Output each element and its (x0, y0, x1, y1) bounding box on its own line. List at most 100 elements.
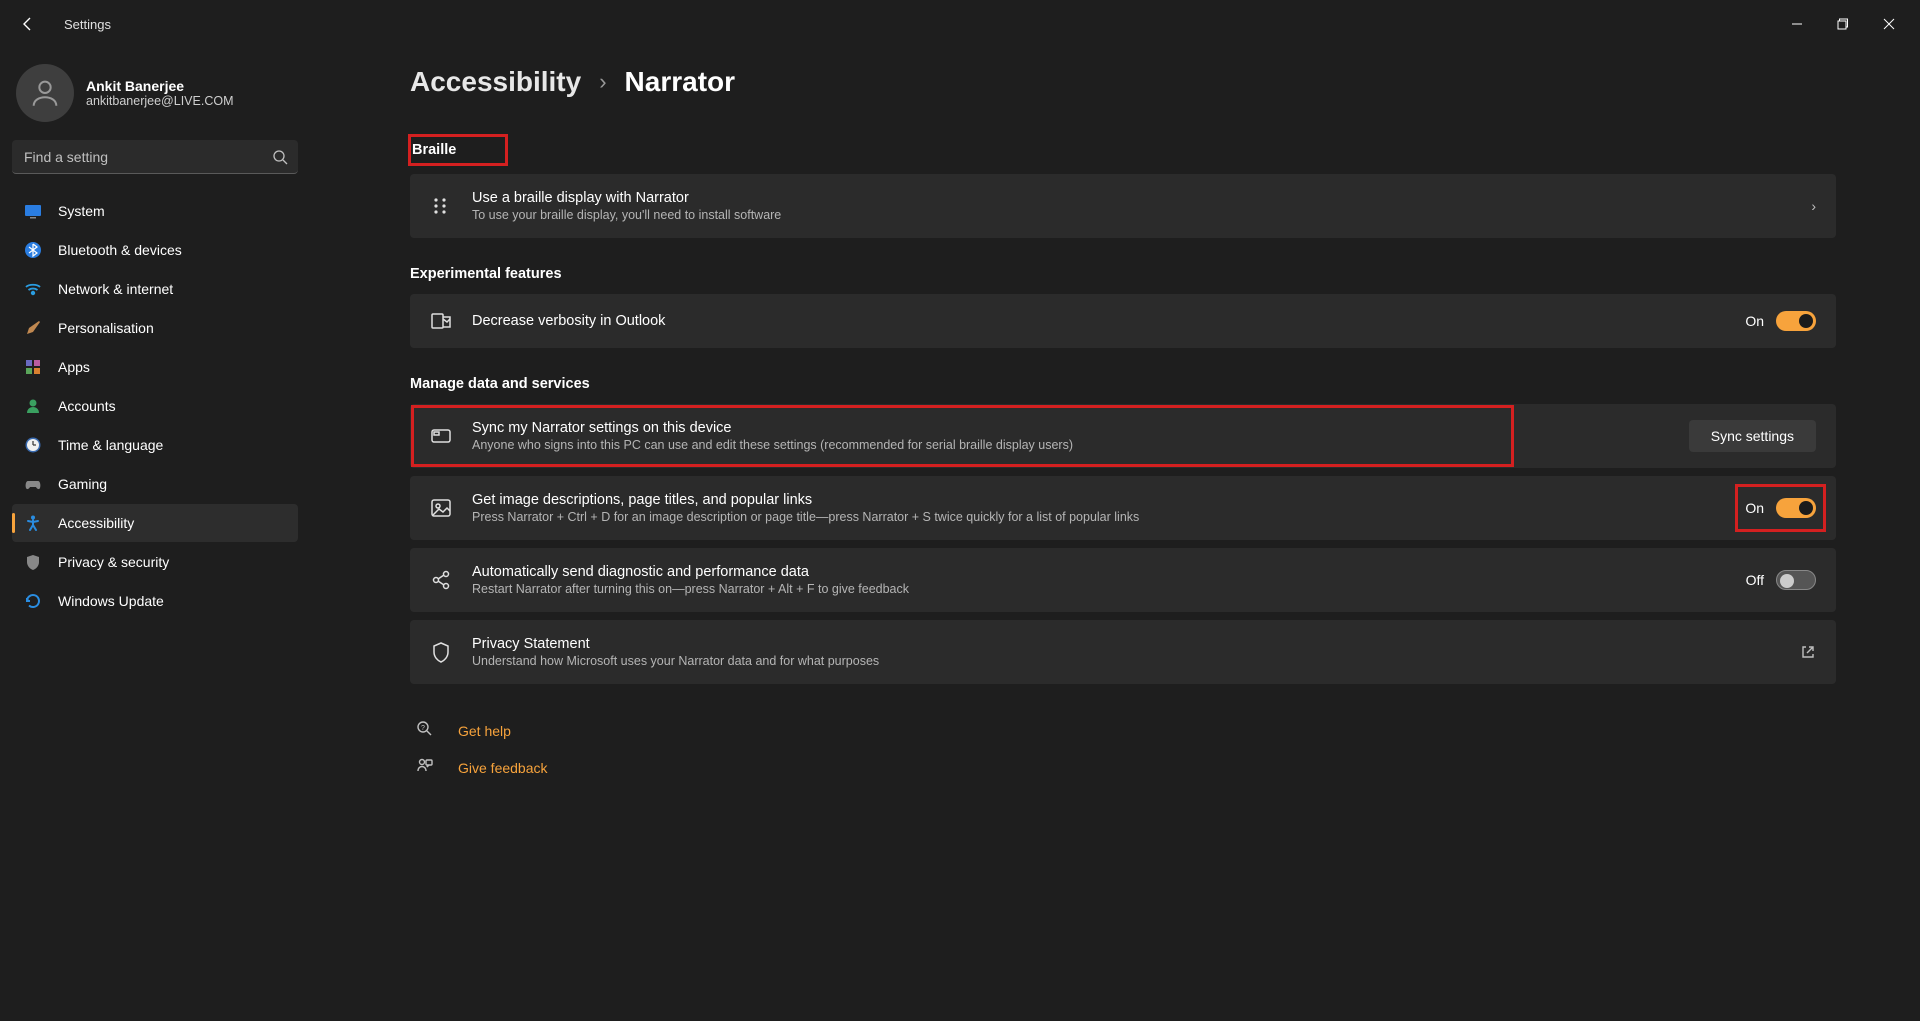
display-icon (24, 202, 42, 220)
highlight-braille-title: Braille (410, 136, 506, 164)
sidebar: Ankit Banerjee ankitbanerjee@LIVE.COM Sy… (0, 48, 310, 1021)
nav-item-gaming[interactable]: Gaming (12, 465, 298, 503)
search-icon (272, 149, 288, 165)
outlook-icon (430, 310, 452, 332)
update-icon (24, 592, 42, 610)
external-link-icon (1800, 644, 1816, 660)
nav-label: Accessibility (58, 515, 134, 531)
nav-item-time[interactable]: Time & language (12, 426, 298, 464)
braille-card[interactable]: Use a braille display with Narrator To u… (410, 174, 1836, 238)
braille-icon (430, 195, 452, 217)
diagnostic-card[interactable]: Automatically send diagnostic and perfor… (410, 548, 1836, 612)
section-experimental: Experimental features Decrease verbosity… (410, 266, 1836, 348)
image-desc-toggle[interactable] (1776, 498, 1816, 518)
nav-item-personalisation[interactable]: Personalisation (12, 309, 298, 347)
toggle-state: On (1745, 313, 1764, 329)
section-title-manage: Manage data and services (410, 376, 1836, 392)
give-feedback-link[interactable]: Give feedback (410, 749, 1836, 786)
outlook-verbosity-toggle[interactable] (1776, 311, 1816, 331)
titlebar: Settings (0, 0, 1920, 48)
nav-item-accounts[interactable]: Accounts (12, 387, 298, 425)
main-content: Accessibility › Narrator Braille Use a b… (310, 48, 1920, 1021)
breadcrumb: Accessibility › Narrator (410, 66, 1836, 98)
nav-item-privacy[interactable]: Privacy & security (12, 543, 298, 581)
wifi-icon (24, 280, 42, 298)
breadcrumb-parent[interactable]: Accessibility (410, 66, 581, 98)
nav-label: Bluetooth & devices (58, 242, 182, 258)
card-title: Privacy Statement (472, 636, 1780, 652)
apps-icon (24, 358, 42, 376)
profile-name: Ankit Banerjee (86, 78, 233, 94)
share-icon (430, 569, 452, 591)
nav-label: Network & internet (58, 281, 173, 297)
nav-item-system[interactable]: System (12, 192, 298, 230)
sync-icon (430, 425, 452, 447)
nav-label: System (58, 203, 105, 219)
svg-text:?: ? (421, 725, 425, 732)
card-title: Decrease verbosity in Outlook (472, 313, 1725, 329)
nav-item-update[interactable]: Windows Update (12, 582, 298, 620)
back-button[interactable] (8, 4, 48, 44)
section-braille: Braille Use a braille display with Narra… (410, 136, 1836, 238)
brush-icon (24, 319, 42, 337)
sync-settings-button[interactable]: Sync settings (1689, 420, 1816, 452)
section-title-braille: Braille (412, 142, 456, 158)
nav-label: Gaming (58, 476, 107, 492)
minimize-button[interactable] (1774, 8, 1820, 40)
section-manage: Manage data and services Sync my Narrato… (410, 376, 1836, 684)
nav-item-apps[interactable]: Apps (12, 348, 298, 386)
minimize-icon (1791, 18, 1803, 30)
sync-card[interactable]: Sync my Narrator settings on this device… (410, 404, 1836, 468)
shield-outline-icon (430, 641, 452, 663)
nav-item-network[interactable]: Network & internet (12, 270, 298, 308)
feedback-icon (416, 757, 438, 778)
card-title: Sync my Narrator settings on this device (472, 420, 1669, 436)
get-help-link[interactable]: ? Get help (410, 712, 1836, 749)
close-button[interactable] (1866, 8, 1912, 40)
profile-block[interactable]: Ankit Banerjee ankitbanerjee@LIVE.COM (12, 56, 298, 140)
maximize-button[interactable] (1820, 8, 1866, 40)
nav-label: Privacy & security (58, 554, 169, 570)
chevron-right-icon: › (1811, 198, 1816, 214)
card-title: Use a braille display with Narrator (472, 190, 1791, 206)
nav-label: Accounts (58, 398, 116, 414)
privacy-card[interactable]: Privacy Statement Understand how Microso… (410, 620, 1836, 684)
breadcrumb-current: Narrator (625, 66, 735, 98)
nav-label: Windows Update (58, 593, 164, 609)
section-title-experimental: Experimental features (410, 266, 1836, 282)
nav-item-bluetooth[interactable]: Bluetooth & devices (12, 231, 298, 269)
search-input[interactable] (12, 140, 298, 174)
shield-icon (24, 553, 42, 571)
avatar (16, 64, 74, 122)
accessibility-icon (24, 514, 42, 532)
card-title: Automatically send diagnostic and perfor… (472, 564, 1726, 580)
close-icon (1883, 18, 1895, 30)
link-label: Give feedback (458, 760, 548, 776)
nav-label: Apps (58, 359, 90, 375)
card-sub: Anyone who signs into this PC can use an… (472, 438, 1669, 452)
profile-email: ankitbanerjee@LIVE.COM (86, 94, 233, 108)
person-icon (24, 397, 42, 415)
card-sub: Restart Narrator after turning this on—p… (472, 582, 1726, 596)
card-sub: Press Narrator + Ctrl + D for an image d… (472, 510, 1725, 524)
nav: System Bluetooth & devices Network & int… (12, 192, 298, 620)
maximize-icon (1837, 18, 1849, 30)
card-sub: To use your braille display, you'll need… (472, 208, 1791, 222)
diagnostic-toggle[interactable] (1776, 570, 1816, 590)
back-arrow-icon (20, 16, 36, 32)
image-desc-card[interactable]: Get image descriptions, page titles, and… (410, 476, 1836, 540)
bluetooth-icon (24, 241, 42, 259)
image-icon (430, 497, 452, 519)
card-title: Get image descriptions, page titles, and… (472, 492, 1725, 508)
toggle-state: Off (1746, 572, 1764, 588)
card-sub: Understand how Microsoft uses your Narra… (472, 654, 1780, 668)
window-title: Settings (64, 17, 111, 32)
outlook-verbosity-card[interactable]: Decrease verbosity in Outlook On (410, 294, 1836, 348)
user-icon (28, 76, 62, 110)
nav-label: Personalisation (58, 320, 154, 336)
nav-label: Time & language (58, 437, 163, 453)
search-wrap (12, 140, 298, 174)
gamepad-icon (24, 475, 42, 493)
nav-item-accessibility[interactable]: Accessibility (12, 504, 298, 542)
toggle-state: On (1745, 500, 1764, 516)
